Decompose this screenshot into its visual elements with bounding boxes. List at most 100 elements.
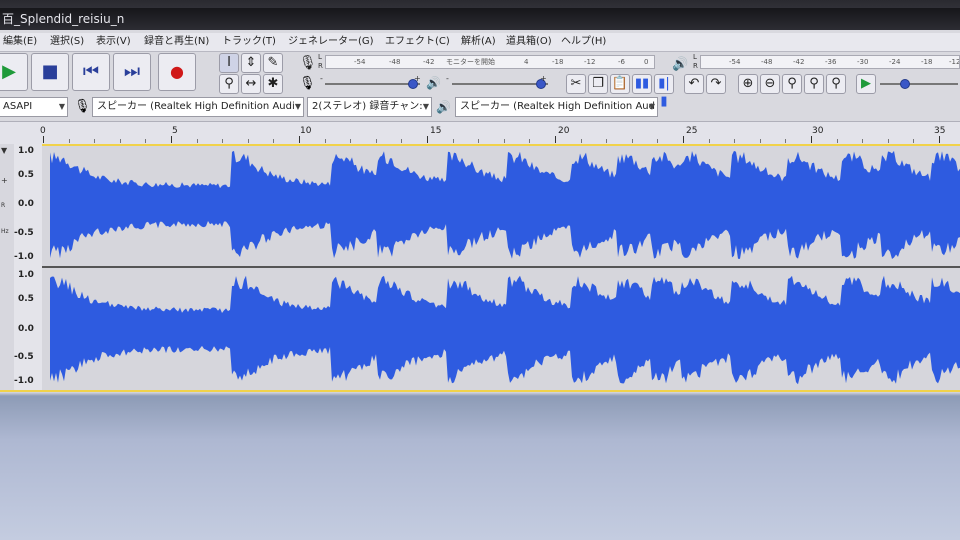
menu-bar: 編集(E) 選択(S) 表示(V) 録音と再生(N) トラック(T) ジェネレー…: [0, 33, 960, 52]
skip-to-end-button[interactable]: ⏭: [113, 53, 151, 91]
play-meter-tick: -36: [825, 58, 837, 66]
play-button[interactable]: ▶: [0, 53, 28, 91]
scale-label: 0.5: [18, 170, 34, 180]
recording-channels-value: 2(ステレオ) 録音チャン:: [312, 101, 423, 112]
copy-icon: ❐: [592, 76, 604, 91]
play-meter-tick: -48: [761, 58, 773, 66]
zoom-out-button[interactable]: ⊖: [760, 74, 780, 94]
waveform-display[interactable]: [42, 144, 960, 392]
paste-button[interactable]: 📋: [610, 74, 630, 94]
fit-selection-button[interactable]: ⚲: [782, 74, 802, 94]
menu-generate[interactable]: ジェネレーター(G): [288, 33, 374, 51]
scale-label: 0.5: [18, 294, 34, 304]
track-side-label-r: R: [1, 202, 6, 209]
ruler-tick: [145, 139, 146, 143]
ruler-tick: [171, 136, 172, 143]
gain-plus-icon: +: [1, 176, 8, 185]
menu-tools[interactable]: 道具箱(O): [506, 33, 552, 51]
play-at-speed-slider[interactable]: [880, 77, 958, 91]
recording-device-select[interactable]: スピーカー (Realtek High Definition Aud ▼: [455, 97, 658, 117]
ruler-tick: [734, 139, 735, 143]
ruler-label: 30: [812, 126, 824, 136]
ruler-tick: [299, 136, 300, 143]
copy-button[interactable]: ❐: [588, 74, 608, 94]
menu-transport[interactable]: 録音と再生(N): [144, 33, 209, 51]
timeline-ruler[interactable]: 0 5 10 15 20 25 30 35: [0, 121, 960, 145]
ruler-tick: [555, 136, 556, 143]
trim-button[interactable]: ▮▮: [632, 74, 652, 94]
ruler-tick: [913, 139, 914, 143]
zoom-tool-icon: ⚲: [224, 76, 234, 91]
play-meter-tick: -12: [949, 58, 960, 66]
host-select[interactable]: ASAPI ▼: [0, 97, 68, 117]
stop-button[interactable]: ■: [31, 53, 69, 91]
play-at-speed-icon: ▶: [861, 76, 871, 91]
ruler-tick: [453, 139, 454, 143]
menu-select[interactable]: 選択(S): [50, 33, 84, 51]
play-meter-tick: -42: [793, 58, 805, 66]
draw-tool-button[interactable]: ✎: [263, 53, 283, 73]
menu-analyze[interactable]: 解析(A): [461, 33, 496, 51]
ruler-label: 5: [172, 126, 178, 136]
ruler-tick: [478, 139, 479, 143]
envelope-tool-button[interactable]: ⇕: [241, 53, 261, 73]
selection-tool-button[interactable]: I: [219, 53, 239, 73]
play-icon: ▶: [2, 61, 16, 82]
fit-project-button[interactable]: ⚲: [804, 74, 824, 94]
undo-button[interactable]: ↶: [684, 74, 704, 94]
record-volume-minus: -: [320, 74, 323, 83]
playback-meter[interactable]: -54 -48 -42 -36 -30 -24 -18 -12: [700, 55, 960, 69]
cut-button[interactable]: ✂: [566, 74, 586, 94]
play-meter-tick: -18: [921, 58, 933, 66]
ruler-tick: [837, 139, 838, 143]
redo-button[interactable]: ↷: [706, 74, 726, 94]
track-menu-arrow-icon[interactable]: ▼: [1, 146, 7, 155]
record-volume-slider[interactable]: [325, 77, 420, 91]
transport-toolbar: ▶ ■ ⏮ ⏭ ● I ⇕ ✎ ⚲ ↔ ✱ 🎙 L R -54 -48 -42 …: [0, 53, 960, 109]
menu-tracks[interactable]: トラック(T): [222, 33, 276, 51]
skip-end-icon: ⏭: [123, 61, 141, 82]
track-control-panel[interactable]: ▼ + R Hz: [0, 144, 15, 392]
play-at-speed-knob[interactable]: [900, 79, 910, 89]
ruler-tick: [376, 139, 377, 143]
multi-tool-button[interactable]: ✱: [263, 74, 283, 94]
monitor-start-label[interactable]: モニターを開始: [446, 56, 495, 68]
menu-view[interactable]: 表示(V): [96, 33, 131, 51]
window-title: 百_Splendid_reisiu_n: [2, 12, 125, 26]
fit-selection-icon: ⚲: [787, 76, 797, 91]
recording-meter[interactable]: -54 -48 -42 モニターを開始 4 -18 -12 -6 0: [325, 55, 655, 69]
playback-device-select[interactable]: スピーカー (Realtek High Definition Audi ▼: [92, 97, 304, 117]
record-button[interactable]: ●: [158, 53, 196, 91]
recording-channels-select[interactable]: 2(ステレオ) 録音チャン: ▼: [307, 97, 432, 117]
menu-help[interactable]: ヘルプ(H): [561, 33, 606, 51]
time-shift-tool-button[interactable]: ↔: [241, 74, 261, 94]
zoom-in-button[interactable]: ⊕: [738, 74, 758, 94]
ruler-tick: [69, 139, 70, 143]
silence-button[interactable]: ▮|▮: [654, 74, 674, 109]
ruler-label: 0: [40, 126, 46, 136]
play-meter-tick: -54: [729, 58, 741, 66]
window-title-bar: 百_Splendid_reisiu_n: [0, 8, 960, 30]
ruler-tick: [427, 136, 428, 143]
dropdown-arrow-icon: ▼: [422, 102, 429, 111]
scale-label: -0.5: [14, 352, 34, 362]
playback-volume-plus: +: [540, 74, 547, 83]
microphone-icon: 🎙: [299, 55, 317, 71]
playback-volume-slider[interactable]: [452, 77, 548, 91]
rec-meter-tick: -48: [389, 58, 401, 66]
draw-tool-icon: ✎: [267, 55, 279, 70]
amplitude-scale[interactable]: 1.0 0.5 0.0 -0.5 -1.0 1.0 0.5 0.0 -0.5 -…: [14, 144, 43, 392]
menu-effect[interactable]: エフェクト(C): [385, 33, 450, 51]
zoom-tool-button[interactable]: ⚲: [219, 74, 239, 94]
menu-edit[interactable]: 編集(E): [3, 33, 37, 51]
skip-to-start-button[interactable]: ⏮: [72, 53, 110, 91]
audio-track: ▼ + R Hz 1.0 0.5 0.0 -0.5 -1.0 1.0 0.5 0…: [0, 144, 960, 392]
ruler-tick: [43, 136, 44, 143]
ruler-tick: [811, 136, 812, 143]
envelope-tool-icon: ⇕: [245, 55, 257, 70]
scale-label: 0.0: [18, 199, 34, 209]
zoom-toggle-button[interactable]: ⚲: [826, 74, 846, 94]
ruler-tick: [529, 139, 530, 143]
audacity-window: 百_Splendid_reisiu_n 編集(E) 選択(S) 表示(V) 録音…: [0, 0, 960, 540]
play-at-speed-button[interactable]: ▶: [856, 74, 876, 94]
